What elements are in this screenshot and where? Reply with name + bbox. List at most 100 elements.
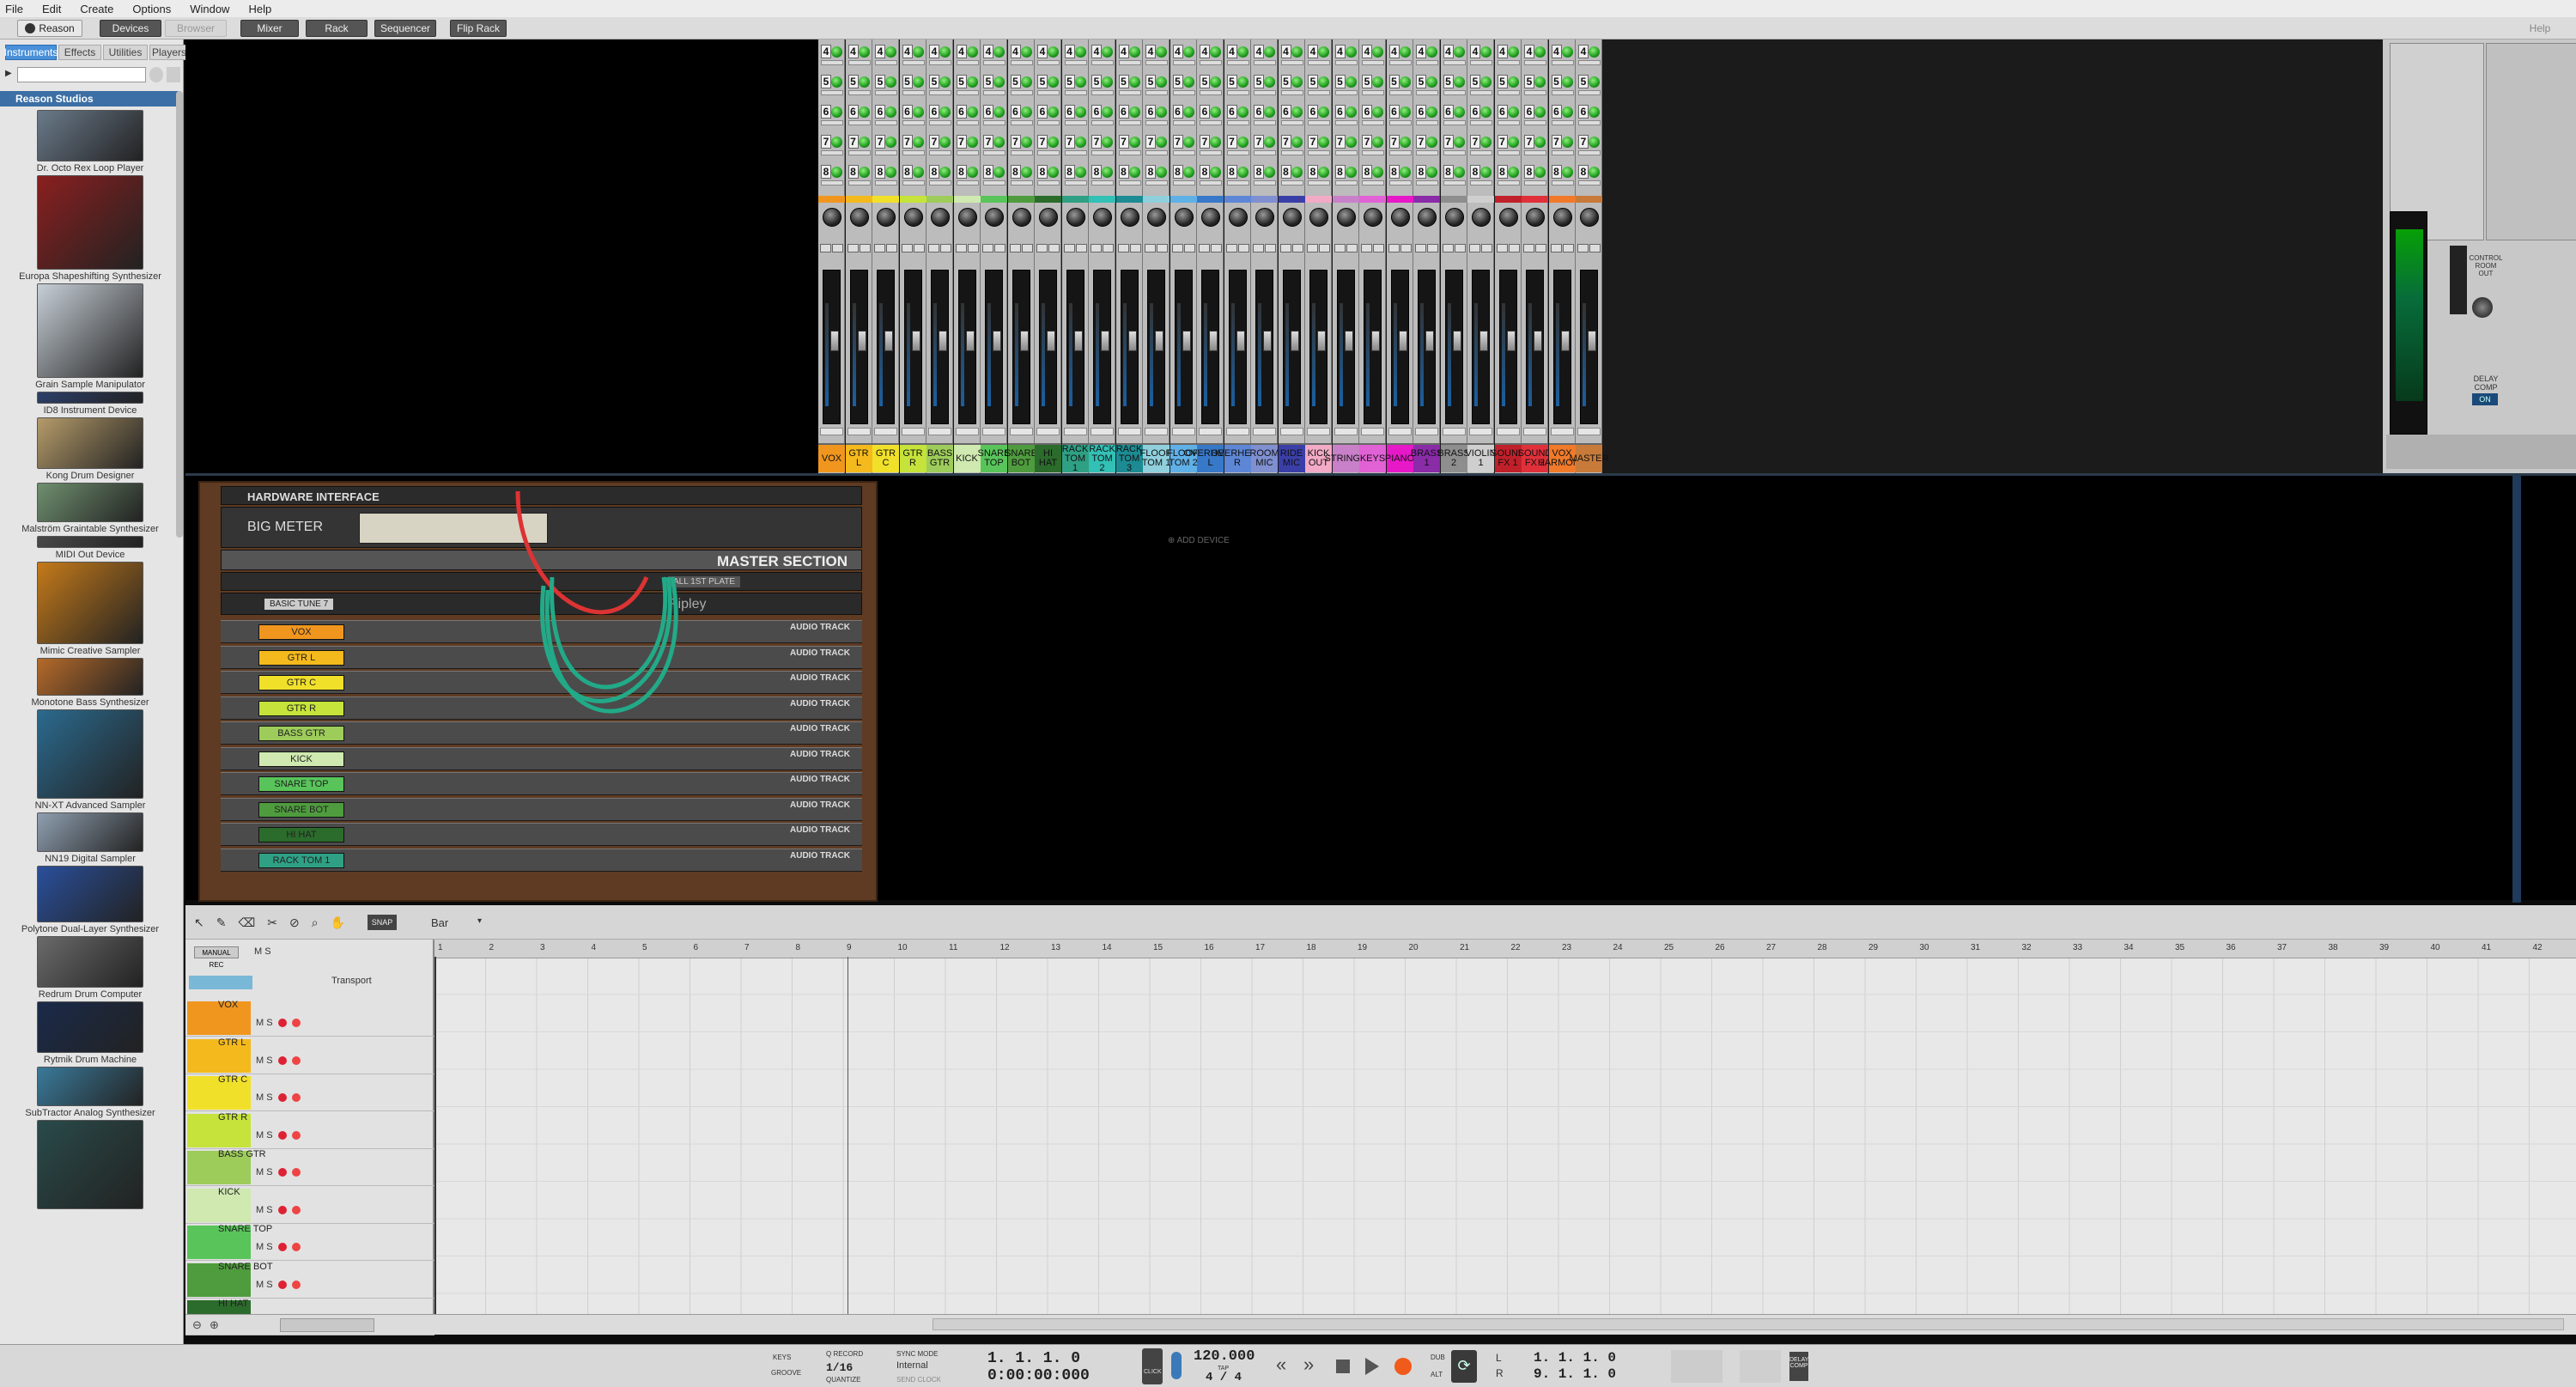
output-select[interactable]: [820, 428, 843, 435]
solo-button[interactable]: [1373, 244, 1384, 252]
fader-cap[interactable]: [884, 331, 893, 351]
sync-mode-value[interactable]: Internal: [896, 1360, 928, 1371]
output-select[interactable]: [1307, 428, 1330, 435]
mute-button[interactable]: [1225, 244, 1237, 252]
sequencer-track-row[interactable]: VOX M S: [185, 1000, 434, 1037]
list-view-icon[interactable]: [167, 67, 180, 82]
send-knob[interactable]: [1426, 46, 1437, 58]
send-knob[interactable]: [912, 76, 924, 88]
send-knob[interactable]: [1182, 167, 1194, 178]
sequencer-track-row[interactable]: SNARE BOT M S: [185, 1262, 434, 1299]
solo-button[interactable]: [886, 244, 897, 252]
fader-cap[interactable]: [1155, 331, 1163, 351]
send-mode-button[interactable]: [1280, 90, 1303, 95]
send-knob[interactable]: [1561, 167, 1573, 178]
solo-button[interactable]: [1021, 244, 1033, 252]
pan-knob[interactable]: [1228, 208, 1248, 227]
pan-knob[interactable]: [1498, 208, 1518, 227]
channel-name[interactable]: SNARE TOP: [978, 443, 1010, 472]
zoom-in-icon[interactable]: ⊕: [210, 1318, 219, 1332]
send-mode-button[interactable]: [929, 90, 951, 95]
send-knob[interactable]: [1480, 46, 1492, 58]
send-mode-button[interactable]: [1334, 120, 1358, 125]
mute-button[interactable]: [1253, 244, 1264, 252]
mute-solo-buttons[interactable]: M S: [256, 1280, 273, 1290]
send-knob[interactable]: [1589, 46, 1600, 58]
send-knob[interactable]: [1020, 167, 1032, 178]
send-knob[interactable]: [1020, 137, 1032, 148]
channel-name[interactable]: BRASS 2: [1437, 443, 1470, 472]
send-mode-button[interactable]: [875, 90, 897, 95]
send-knob[interactable]: [1128, 137, 1140, 148]
razor-tool-icon[interactable]: ✂: [267, 916, 277, 930]
track-name[interactable]: BASS GTR: [218, 1149, 266, 1159]
send-knob[interactable]: [1236, 46, 1249, 58]
master-fader[interactable]: [2450, 246, 2467, 314]
pan-knob[interactable]: [1472, 208, 1491, 227]
send-mode-button[interactable]: [1443, 180, 1466, 186]
fader-cap[interactable]: [911, 331, 920, 351]
send-knob[interactable]: [912, 106, 924, 118]
quantize-value[interactable]: 1/16: [826, 1361, 853, 1374]
send-mode-button[interactable]: [1226, 90, 1249, 95]
send-mode-button[interactable]: [956, 150, 979, 155]
mute-button[interactable]: [820, 244, 831, 252]
send-knob[interactable]: [1534, 76, 1546, 88]
pan-knob[interactable]: [1255, 208, 1274, 227]
track-name[interactable]: SNARE BOT: [218, 1262, 273, 1272]
search-icon[interactable]: [149, 67, 163, 82]
send-mode-button[interactable]: [1308, 90, 1330, 95]
send-knob[interactable]: [1210, 46, 1221, 58]
send-mode-button[interactable]: [1118, 180, 1141, 186]
output-select[interactable]: [1091, 428, 1114, 435]
send-mode-button[interactable]: [1551, 150, 1574, 155]
send-mode-button[interactable]: [875, 150, 897, 155]
send-knob[interactable]: [1291, 167, 1303, 178]
send-knob[interactable]: [1507, 167, 1519, 178]
send-mode-button[interactable]: [875, 60, 897, 65]
send-knob[interactable]: [885, 76, 896, 88]
send-knob[interactable]: [1074, 137, 1086, 148]
send-mode-button[interactable]: [1280, 120, 1303, 125]
channel-name[interactable]: RACK TOM 1: [1061, 443, 1089, 472]
send-mode-button[interactable]: [1091, 180, 1114, 186]
send-knob[interactable]: [993, 76, 1005, 88]
output-select[interactable]: [1253, 428, 1276, 435]
output-select[interactable]: [1009, 428, 1033, 435]
output-select[interactable]: [1036, 428, 1060, 435]
fader-cap[interactable]: [1371, 331, 1380, 351]
send-knob[interactable]: [1318, 46, 1329, 58]
device-item[interactable]: MIDI Out Device: [0, 536, 180, 560]
send-knob[interactable]: [1507, 46, 1519, 58]
devices-button[interactable]: Devices: [100, 20, 161, 37]
send-mode-button[interactable]: [1037, 90, 1060, 95]
output-select[interactable]: [1469, 428, 1492, 435]
send-knob[interactable]: [1318, 106, 1329, 118]
solo-button[interactable]: [940, 244, 951, 252]
fader-cap[interactable]: [1209, 331, 1218, 351]
send-knob[interactable]: [1182, 76, 1194, 88]
fader-cap[interactable]: [1452, 331, 1461, 351]
mute-button[interactable]: [1279, 244, 1291, 252]
monitor-icon[interactable]: [291, 1243, 301, 1251]
send-knob[interactable]: [966, 167, 978, 178]
record-enable-icon[interactable]: [277, 1243, 287, 1251]
send-knob[interactable]: [831, 76, 842, 88]
send-knob[interactable]: [1236, 76, 1249, 88]
send-mode-button[interactable]: [848, 120, 871, 125]
channel-name[interactable]: GTR L: [845, 443, 872, 472]
channel-name[interactable]: ROOM MIC: [1249, 443, 1279, 472]
send-mode-button[interactable]: [1308, 180, 1330, 186]
send-mode-button[interactable]: [1118, 90, 1141, 95]
browser-tab-utilities[interactable]: Utilities: [103, 45, 148, 60]
send-knob[interactable]: [1399, 137, 1411, 148]
mute-solo-buttons[interactable]: M S: [256, 1205, 273, 1215]
solo-button[interactable]: [913, 244, 925, 252]
send-mode-button[interactable]: [1145, 180, 1168, 186]
send-knob[interactable]: [1426, 137, 1437, 148]
channel-fader[interactable]: [903, 270, 922, 424]
solo-button[interactable]: [1427, 244, 1438, 252]
track-name[interactable]: GTR R: [218, 1112, 247, 1122]
solo-button[interactable]: [1291, 244, 1303, 252]
send-mode-button[interactable]: [848, 150, 871, 155]
